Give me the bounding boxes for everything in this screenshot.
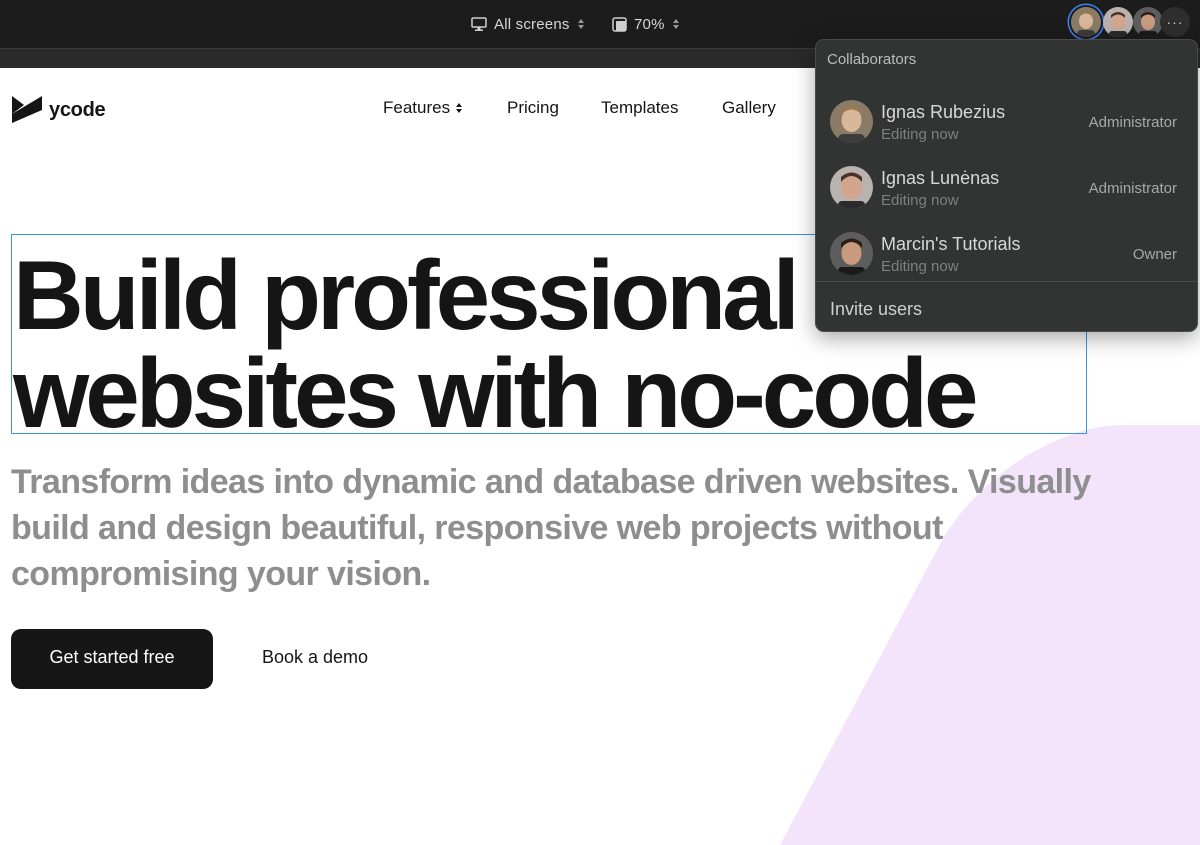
- nav-item-label: Gallery: [722, 98, 776, 117]
- hero-subtext-line-3: compromising your vision.: [11, 555, 431, 593]
- more-icon[interactable]: ···: [1160, 7, 1190, 37]
- nav-item-gallery[interactable]: Gallery: [722, 98, 776, 118]
- collaborator-row[interactable]: Marcin's Tutorials Editing now Owner: [816, 222, 1197, 288]
- avatar-ignas-lunenas[interactable]: [1103, 7, 1133, 37]
- logo-text: ycode: [49, 99, 106, 121]
- site-logo[interactable]: ycode: [11, 92, 106, 129]
- hero-subtext-line-1: Transform ideas into dynamic and databas…: [11, 463, 1091, 501]
- collaborator-role: Administrator: [1088, 180, 1177, 197]
- avatar: [830, 100, 873, 143]
- collaborator-status: Editing now: [881, 126, 959, 143]
- hero-heading-line-2: websites with no-code: [13, 338, 978, 448]
- invite-users-button[interactable]: Invite users: [830, 299, 922, 320]
- avatar: [830, 232, 873, 275]
- book-demo-link[interactable]: Book a demo: [262, 647, 368, 668]
- avatar-marcins-tutorials[interactable]: [1133, 7, 1163, 37]
- collaborator-status: Editing now: [881, 192, 959, 209]
- nav-item-templates[interactable]: Templates: [601, 98, 678, 118]
- collaborator-row[interactable]: Ignas Rubezius Editing now Administrator: [816, 90, 1197, 156]
- screens-label: All screens: [494, 15, 570, 33]
- chevron-updown-icon: [577, 19, 584, 29]
- nav-item-pricing[interactable]: Pricing: [507, 98, 559, 118]
- avatar-ignas-rubezius[interactable]: [1071, 7, 1101, 37]
- chevron-updown-icon: [672, 19, 679, 29]
- ycode-logo-icon: [11, 92, 43, 129]
- collaborators-popover: Collaborators Ignas Rubezius Editing now…: [815, 39, 1198, 332]
- nav-item-label: Features: [383, 98, 451, 117]
- monitor-icon: [471, 16, 487, 32]
- collaborator-role: Owner: [1132, 246, 1177, 263]
- nav-item-features[interactable]: Features: [383, 98, 463, 118]
- popover-title: Collaborators: [827, 51, 917, 68]
- zoom-icon: [612, 16, 627, 32]
- collaborator-name: Ignas Lunėnas: [881, 168, 1000, 188]
- collaborator-row[interactable]: Ignas Lunėnas Editing now Administrator: [816, 156, 1197, 222]
- chevron-updown-icon: [456, 103, 463, 113]
- hero-heading-line-1: Build professional: [13, 240, 800, 350]
- avatar: [830, 166, 873, 209]
- popover-divider: [816, 281, 1197, 282]
- collaborator-name: Ignas Rubezius: [881, 102, 1006, 122]
- zoom-label: 70%: [634, 15, 665, 33]
- nav-item-label: Templates: [601, 98, 679, 117]
- collaborator-role: Administrator: [1088, 114, 1177, 131]
- collaborator-name: Marcin's Tutorials: [881, 234, 1021, 254]
- hero-subtext-line-2: build and design beautiful, responsive w…: [11, 509, 943, 547]
- collaborator-status: Editing now: [881, 258, 959, 275]
- get-started-button[interactable]: Get started free: [11, 629, 213, 689]
- get-started-label: Get started free: [49, 647, 175, 667]
- screens-selector[interactable]: All screens: [471, 12, 584, 36]
- zoom-selector[interactable]: 70%: [612, 12, 679, 36]
- nav-item-label: Pricing: [507, 98, 559, 117]
